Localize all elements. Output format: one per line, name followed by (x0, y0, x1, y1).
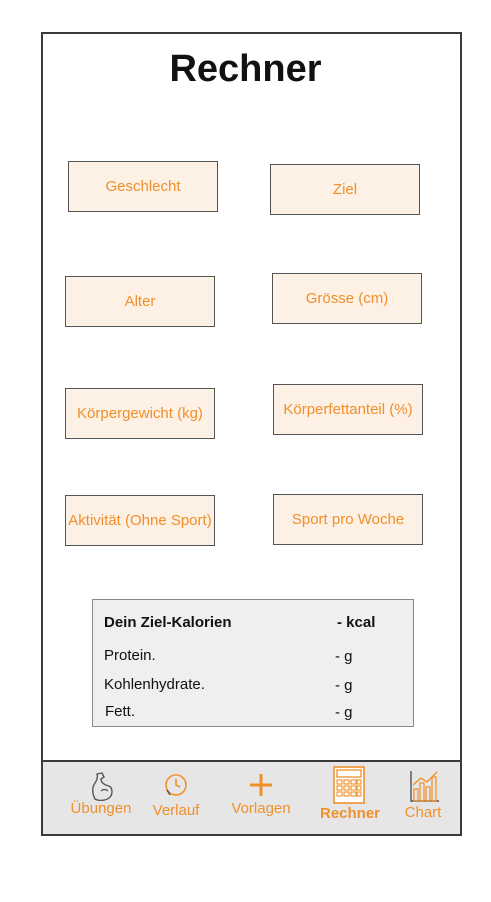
protein-label: Protein. (104, 647, 156, 664)
flexed-arm-icon (92, 772, 113, 801)
tab-verlauf[interactable]: Verlauf (143, 762, 209, 834)
clock-icon (165, 774, 187, 796)
tab-vorlagen[interactable]: Vorlagen (223, 762, 299, 834)
sport-pro-woche-field[interactable]: Sport pro Woche (273, 494, 423, 545)
calculator-icon (333, 766, 365, 804)
tab-bar: Übungen Verlauf Vorlagen Rechner Chart (41, 760, 462, 836)
ziel-kalorien-label: Dein Ziel-Kalorien (104, 614, 232, 631)
bar-chart-icon (410, 771, 439, 802)
koerpergewicht-field[interactable]: Körpergewicht (kg) (65, 388, 215, 439)
page-title: Rechner (169, 48, 322, 90)
ziel-kalorien-value: - kcal (337, 614, 376, 631)
fett-value: - g (335, 704, 353, 721)
geschlecht-field[interactable]: Geschlecht (68, 161, 218, 212)
kohlenhydrate-label: Kohlenhydrate. (104, 676, 205, 693)
tab-rechner[interactable]: Rechner (311, 762, 389, 834)
ziel-field[interactable]: Ziel (270, 164, 420, 215)
koerperfettanteil-field[interactable]: Körperfettanteil (%) (273, 384, 423, 435)
results-panel: Dein Ziel-Kalorien - kcal Protein. - g K… (92, 599, 414, 727)
tab-uebungen[interactable]: Übungen (65, 762, 137, 834)
tab-chart-label: Chart (404, 804, 442, 821)
fett-label: Fett. (105, 703, 136, 720)
alter-field[interactable]: Alter (65, 276, 215, 327)
tab-uebungen-label: Übungen (70, 800, 132, 817)
plus-icon (250, 774, 272, 796)
protein-value: - g (335, 648, 353, 665)
tab-chart[interactable]: Chart (395, 762, 451, 834)
aktivitaet-field[interactable]: Aktivität (Ohne Sport) (65, 495, 215, 546)
kohlenhydrate-value: - g (335, 677, 353, 694)
tab-rechner-label: Rechner (319, 805, 381, 822)
tab-verlauf-label: Verlauf (152, 802, 200, 819)
groesse-field[interactable]: Grösse (cm) (272, 273, 422, 324)
tab-vorlagen-label: Vorlagen (231, 800, 291, 817)
